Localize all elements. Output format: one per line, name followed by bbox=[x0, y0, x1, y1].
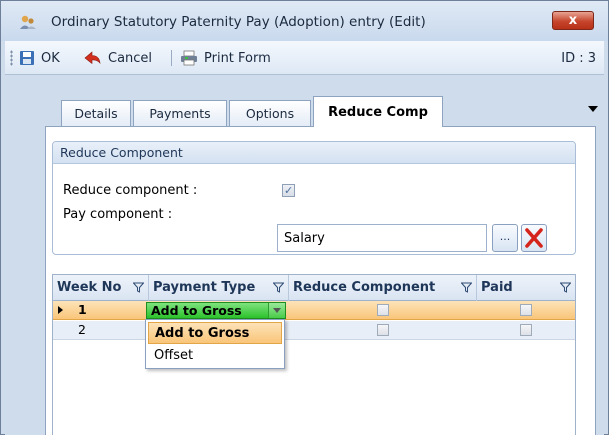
filter-icon[interactable] bbox=[560, 282, 571, 293]
title-bar: Ordinary Statutory Paternity Pay (Adopti… bbox=[1, 1, 608, 41]
dialog-window: Ordinary Statutory Paternity Pay (Adopti… bbox=[0, 0, 609, 435]
cancel-label: Cancel bbox=[108, 50, 153, 66]
grid-header: Week No Payment Type Reduce Component Pa… bbox=[53, 275, 575, 301]
print-form-icon bbox=[181, 50, 197, 66]
filter-icon[interactable] bbox=[133, 282, 144, 293]
browse-button[interactable]: ... bbox=[492, 224, 518, 252]
week-no-cell: 1 bbox=[78, 302, 87, 317]
tab-list-chevron-down-icon[interactable] bbox=[588, 106, 598, 112]
filter-icon[interactable] bbox=[273, 282, 284, 293]
dropdown-arrow-icon[interactable] bbox=[268, 303, 285, 318]
tab-options-label: Options bbox=[245, 106, 295, 121]
payment-type-value: Add to Gross bbox=[151, 303, 242, 318]
toolbar-grip[interactable] bbox=[10, 50, 13, 66]
print-form-button[interactable]: Print Form bbox=[180, 49, 271, 67]
content-area: Details Payments Options Reduce Comp Red… bbox=[5, 76, 604, 435]
reduce-component-checkbox[interactable]: ✓ bbox=[282, 184, 295, 197]
close-icon: x bbox=[568, 13, 578, 28]
week-no-cell: 2 bbox=[78, 322, 86, 337]
column-paid[interactable]: Paid bbox=[477, 275, 575, 301]
ok-label: OK bbox=[41, 50, 60, 66]
close-button[interactable]: x bbox=[552, 11, 594, 30]
table-row[interactable]: 2 bbox=[53, 321, 575, 340]
column-paid-label: Paid bbox=[481, 280, 513, 295]
clear-button[interactable] bbox=[521, 224, 547, 252]
reduce-component-cell-checkbox[interactable] bbox=[377, 324, 389, 336]
payment-type-combo[interactable]: Add to Gross bbox=[146, 302, 286, 319]
tab-payments[interactable]: Payments bbox=[133, 100, 227, 126]
reduce-component-label: Reduce component : bbox=[63, 183, 198, 198]
column-payment-type-label: Payment Type bbox=[153, 280, 256, 295]
dropdown-option-add-to-gross[interactable]: Add to Gross bbox=[148, 322, 282, 344]
checkmark-icon: ✓ bbox=[284, 184, 294, 197]
ellipsis-icon: ... bbox=[499, 230, 511, 243]
tab-options[interactable]: Options bbox=[229, 100, 311, 126]
reduce-component-cell-checkbox[interactable] bbox=[377, 304, 389, 316]
group-title: Reduce Component bbox=[53, 142, 575, 164]
filter-icon[interactable] bbox=[461, 282, 472, 293]
cancel-button[interactable]: Cancel bbox=[84, 49, 152, 67]
app-icon bbox=[20, 15, 36, 29]
reduce-component-group: Reduce Component Reduce component : ✓ Pa… bbox=[52, 141, 576, 255]
undo-arrow-icon bbox=[84, 51, 101, 65]
paid-cell-checkbox[interactable] bbox=[520, 324, 532, 336]
payment-type-dropdown-list: Add to Gross Offset bbox=[145, 319, 285, 369]
tab-reduce-comp-label: Reduce Comp bbox=[328, 104, 428, 120]
tab-details[interactable]: Details bbox=[61, 100, 131, 126]
table-row[interactable]: 1 Add to Gross bbox=[53, 301, 575, 320]
tab-strip: Details Payments Options Reduce Comp bbox=[5, 96, 604, 127]
tab-details-label: Details bbox=[74, 106, 118, 121]
column-week-no[interactable]: Week No bbox=[53, 275, 149, 301]
row-indicator-icon bbox=[58, 306, 63, 314]
save-icon bbox=[20, 51, 34, 65]
record-id: ID : 3 bbox=[561, 51, 596, 66]
toolbar: OK Cancel Print Form ID : 3 bbox=[5, 41, 604, 75]
column-reduce-component[interactable]: Reduce Component bbox=[289, 275, 477, 301]
weeks-grid: Week No Payment Type Reduce Component Pa… bbox=[52, 274, 576, 435]
toolbar-separator bbox=[171, 50, 172, 66]
paid-cell-checkbox[interactable] bbox=[520, 304, 532, 316]
tab-reduce-comp[interactable]: Reduce Comp bbox=[313, 96, 443, 127]
red-x-icon bbox=[525, 228, 543, 248]
window-title: Ordinary Statutory Paternity Pay (Adopti… bbox=[51, 14, 426, 30]
column-reduce-component-label: Reduce Component bbox=[293, 280, 436, 295]
pay-component-input[interactable]: Salary bbox=[277, 224, 487, 252]
print-form-label: Print Form bbox=[204, 50, 271, 66]
pay-component-label: Pay component : bbox=[63, 207, 173, 222]
ok-button[interactable]: OK bbox=[19, 49, 60, 67]
dropdown-option-offset[interactable]: Offset bbox=[148, 345, 282, 367]
column-payment-type[interactable]: Payment Type bbox=[149, 275, 289, 301]
column-week-no-label: Week No bbox=[57, 280, 122, 295]
reduce-comp-panel: Reduce Component Reduce component : ✓ Pa… bbox=[45, 126, 596, 435]
tab-payments-label: Payments bbox=[149, 106, 211, 121]
